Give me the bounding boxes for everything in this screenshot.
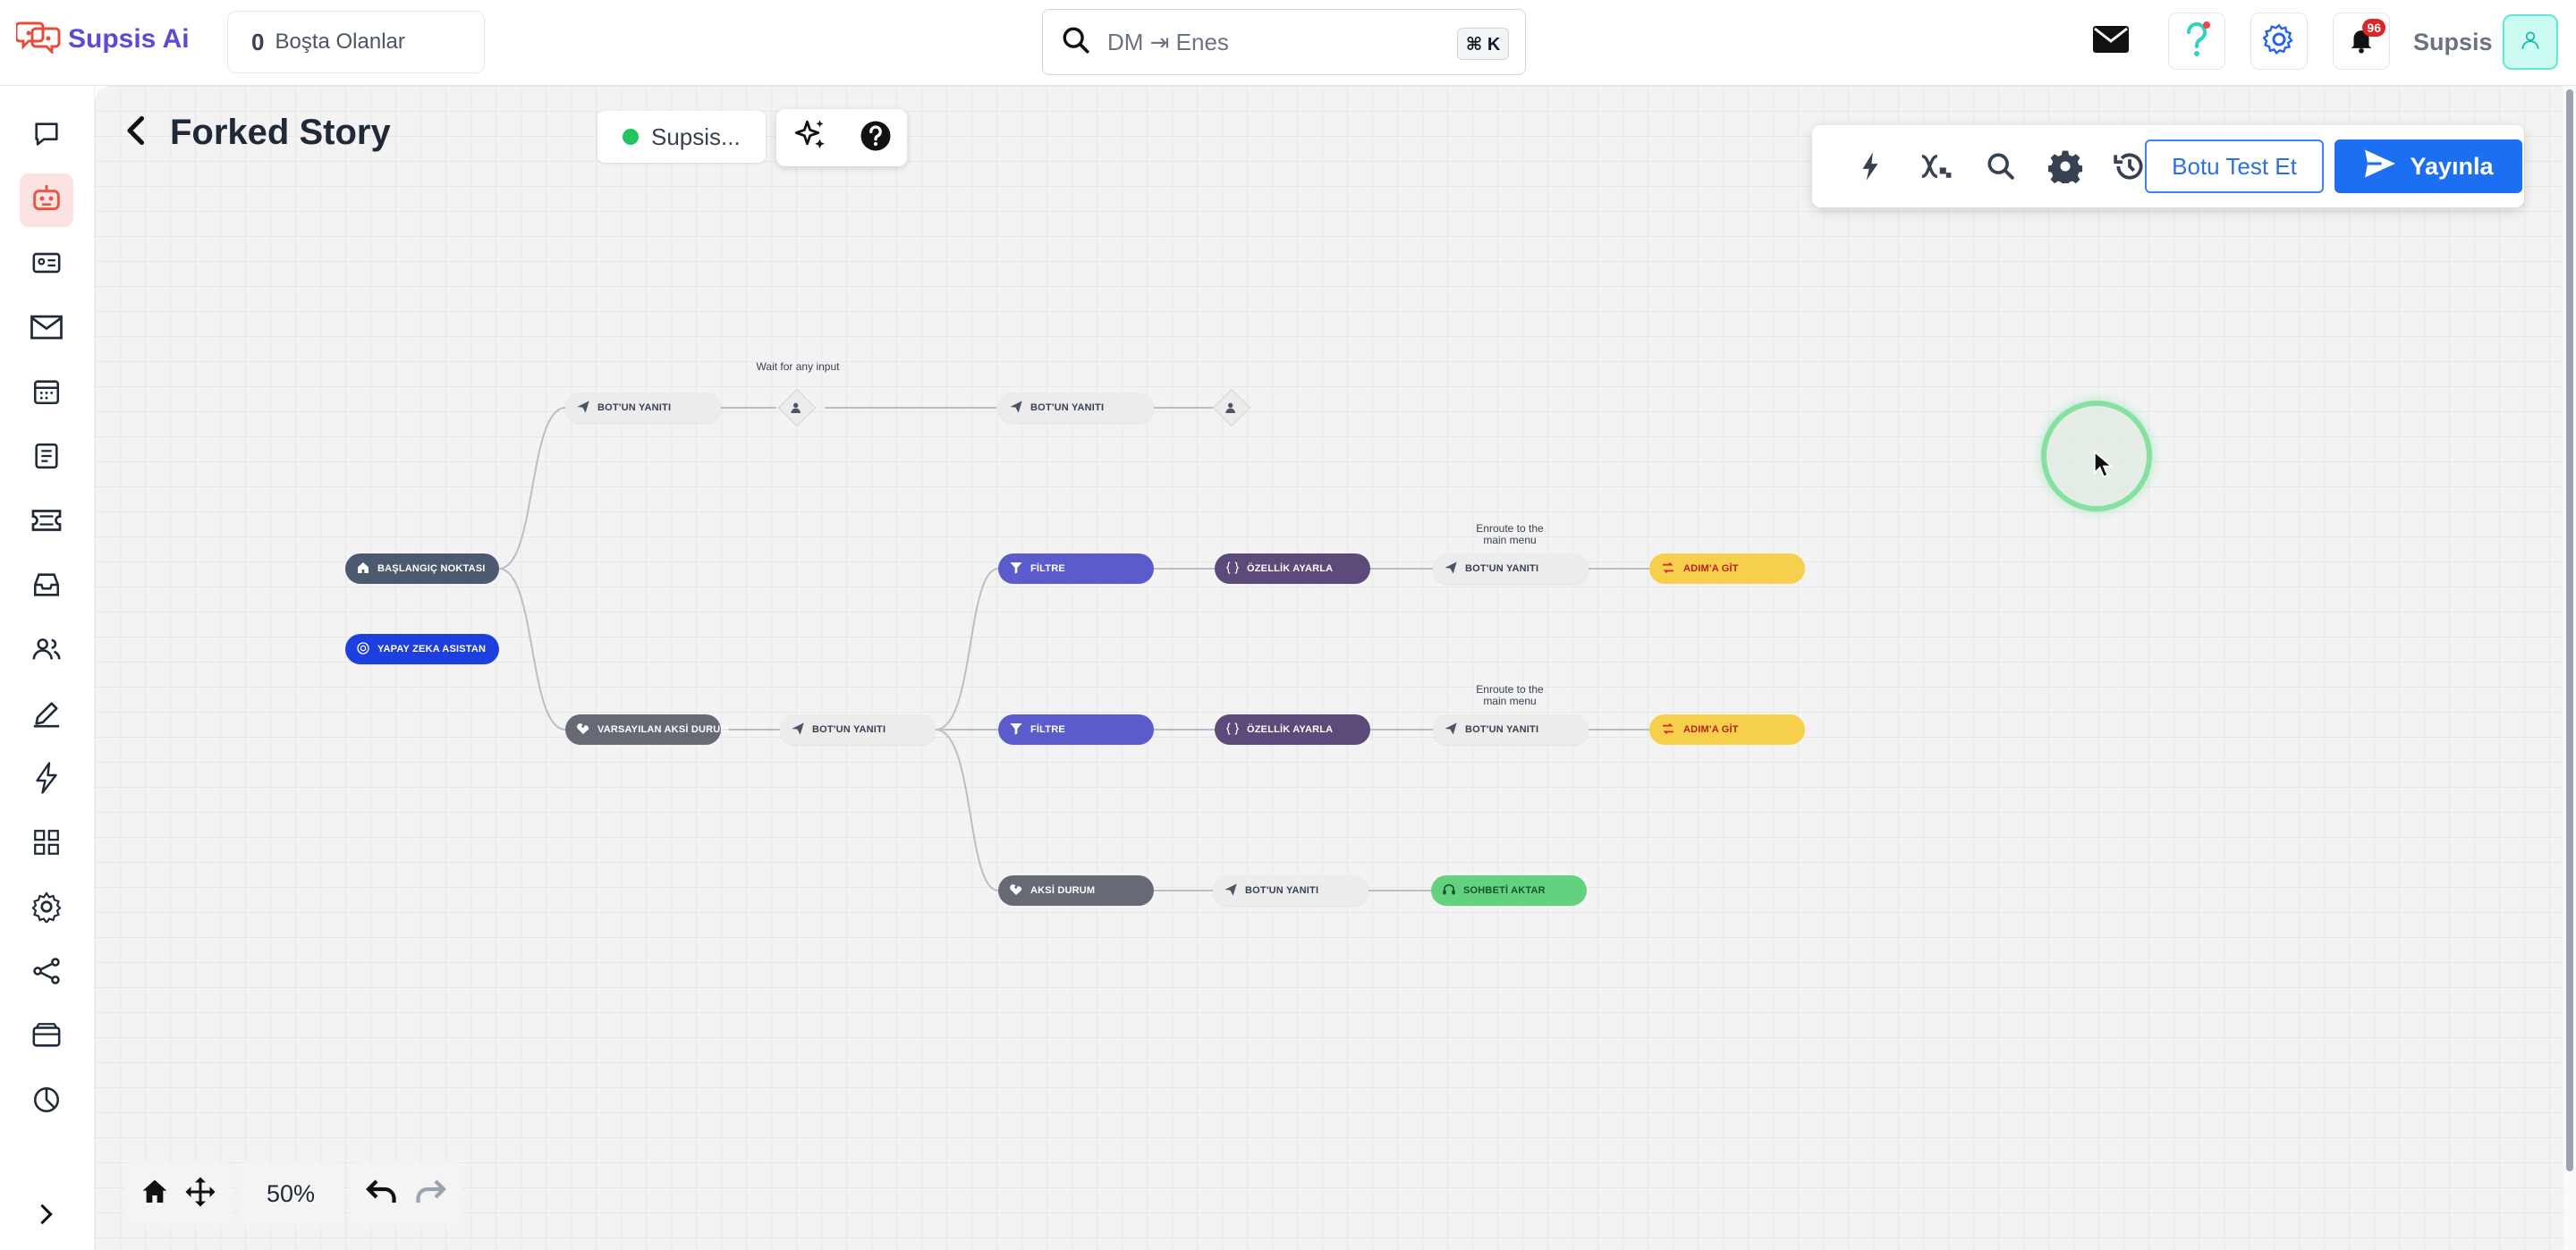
wait-note: Wait for any input: [756, 360, 840, 373]
flow-node-bot-reply[interactable]: BOT'UN YANITI: [1433, 553, 1589, 584]
flow-node-error[interactable]: AKSİ DURUM: [998, 875, 1154, 906]
jump-icon: [1660, 561, 1676, 578]
flow-node-label: BOT'UN YANITI: [1465, 563, 1539, 574]
flow-node-label: BOT'UN YANITI: [1030, 402, 1105, 413]
flow-node-label: YAPAY ZEKA ASISTAN: [377, 644, 487, 655]
flow-node-label: VARSAYILAN AKSİ DURUM: [597, 724, 729, 735]
braces-icon: [1225, 561, 1240, 578]
send-icon: [1444, 561, 1458, 578]
jump-icon: [1660, 722, 1676, 739]
flow-node-label: SOHBETİ AKTAR: [1463, 885, 1546, 896]
flow-node-label: FİLTRE: [1030, 724, 1065, 735]
view-controls: [125, 1162, 231, 1225]
flow-node-filter[interactable]: FİLTRE: [998, 714, 1154, 745]
flow-node-bot-reply[interactable]: BOT'UN YANITI: [998, 393, 1154, 423]
send-icon: [1444, 722, 1458, 739]
enroute-note: Enroute to the main menu: [1438, 684, 1581, 707]
send-icon: [791, 722, 805, 739]
broken-heart-icon: [576, 722, 590, 739]
user-wait-icon: [1218, 394, 1245, 421]
history-controls: [351, 1162, 462, 1225]
flow-node-label: FİLTRE: [1030, 563, 1065, 574]
ai-brain-icon: [356, 641, 370, 658]
enroute-note-line2: main menu: [1483, 534, 1537, 546]
enroute-note: Enroute to the main menu: [1438, 523, 1581, 546]
braces-icon: [1225, 722, 1240, 739]
flow-node-bot-reply[interactable]: BOT'UN YANITI: [1433, 714, 1589, 745]
flow-node-label: ADIM'A GİT: [1683, 724, 1739, 735]
flow-node-label: BOT'UN YANITI: [597, 402, 672, 413]
zoom-display: 50%: [238, 1162, 344, 1225]
headset-icon: [1442, 883, 1456, 899]
send-icon: [576, 400, 590, 417]
broken-heart-icon: [1009, 883, 1023, 899]
flow-node-go-to-step[interactable]: ADIM'A GİT: [1649, 714, 1805, 745]
flow-node-default-error[interactable]: VARSAYILAN AKSİ DURUM: [565, 714, 729, 745]
zoom-level[interactable]: 50%: [252, 1180, 329, 1208]
flow-node-label: ADIM'A GİT: [1683, 563, 1739, 574]
flow-node-ai-assistant[interactable]: YAPAY ZEKA ASISTAN: [345, 634, 499, 664]
user-wait-icon: [784, 394, 810, 421]
send-icon: [1224, 883, 1238, 899]
flow-node-label: AKSİ DURUM: [1030, 885, 1096, 896]
flow-node-start[interactable]: BAŞLANGIÇ NOKTASI: [345, 553, 499, 584]
flow-node-go-to-step[interactable]: ADIM'A GİT: [1649, 553, 1805, 584]
flow-node-bot-reply[interactable]: BOT'UN YANITI: [1213, 875, 1368, 906]
undo-icon[interactable]: [365, 1178, 399, 1210]
flow-node-label: BOT'UN YANITI: [1465, 724, 1539, 735]
flow-node-label: BOT'UN YANITI: [1245, 885, 1319, 896]
move-icon[interactable]: [184, 1176, 216, 1212]
flow-node-filter[interactable]: FİLTRE: [998, 553, 1154, 584]
flow-node-bot-reply[interactable]: BOT'UN YANITI: [780, 714, 936, 745]
flow-connectors: [498, 407, 1649, 891]
flow-node-set-property[interactable]: ÖZELLİK AYARLA: [1215, 553, 1370, 584]
canvas-controls: 50%: [125, 1162, 469, 1225]
flow-node-label: BOT'UN YANITI: [812, 724, 886, 735]
flow-node-transfer-chat[interactable]: SOHBETİ AKTAR: [1431, 875, 1587, 906]
mouse-pointer-icon: [2093, 450, 2114, 484]
filter-icon: [1009, 722, 1023, 739]
flow-node-set-property[interactable]: ÖZELLİK AYARLA: [1215, 714, 1370, 745]
home-icon: [356, 561, 370, 578]
home-icon[interactable]: [140, 1178, 170, 1211]
flow-node-label: ÖZELLİK AYARLA: [1247, 563, 1334, 574]
flow-node-bot-reply[interactable]: BOT'UN YANITI: [565, 393, 721, 423]
filter-icon: [1009, 561, 1023, 578]
enroute-note-line2: main menu: [1483, 695, 1537, 707]
redo-icon[interactable]: [413, 1178, 447, 1210]
flow-node-label: BAŞLANGIÇ NOKTASI: [377, 563, 486, 574]
flow-node-label: ÖZELLİK AYARLA: [1247, 724, 1334, 735]
send-icon: [1009, 400, 1023, 417]
